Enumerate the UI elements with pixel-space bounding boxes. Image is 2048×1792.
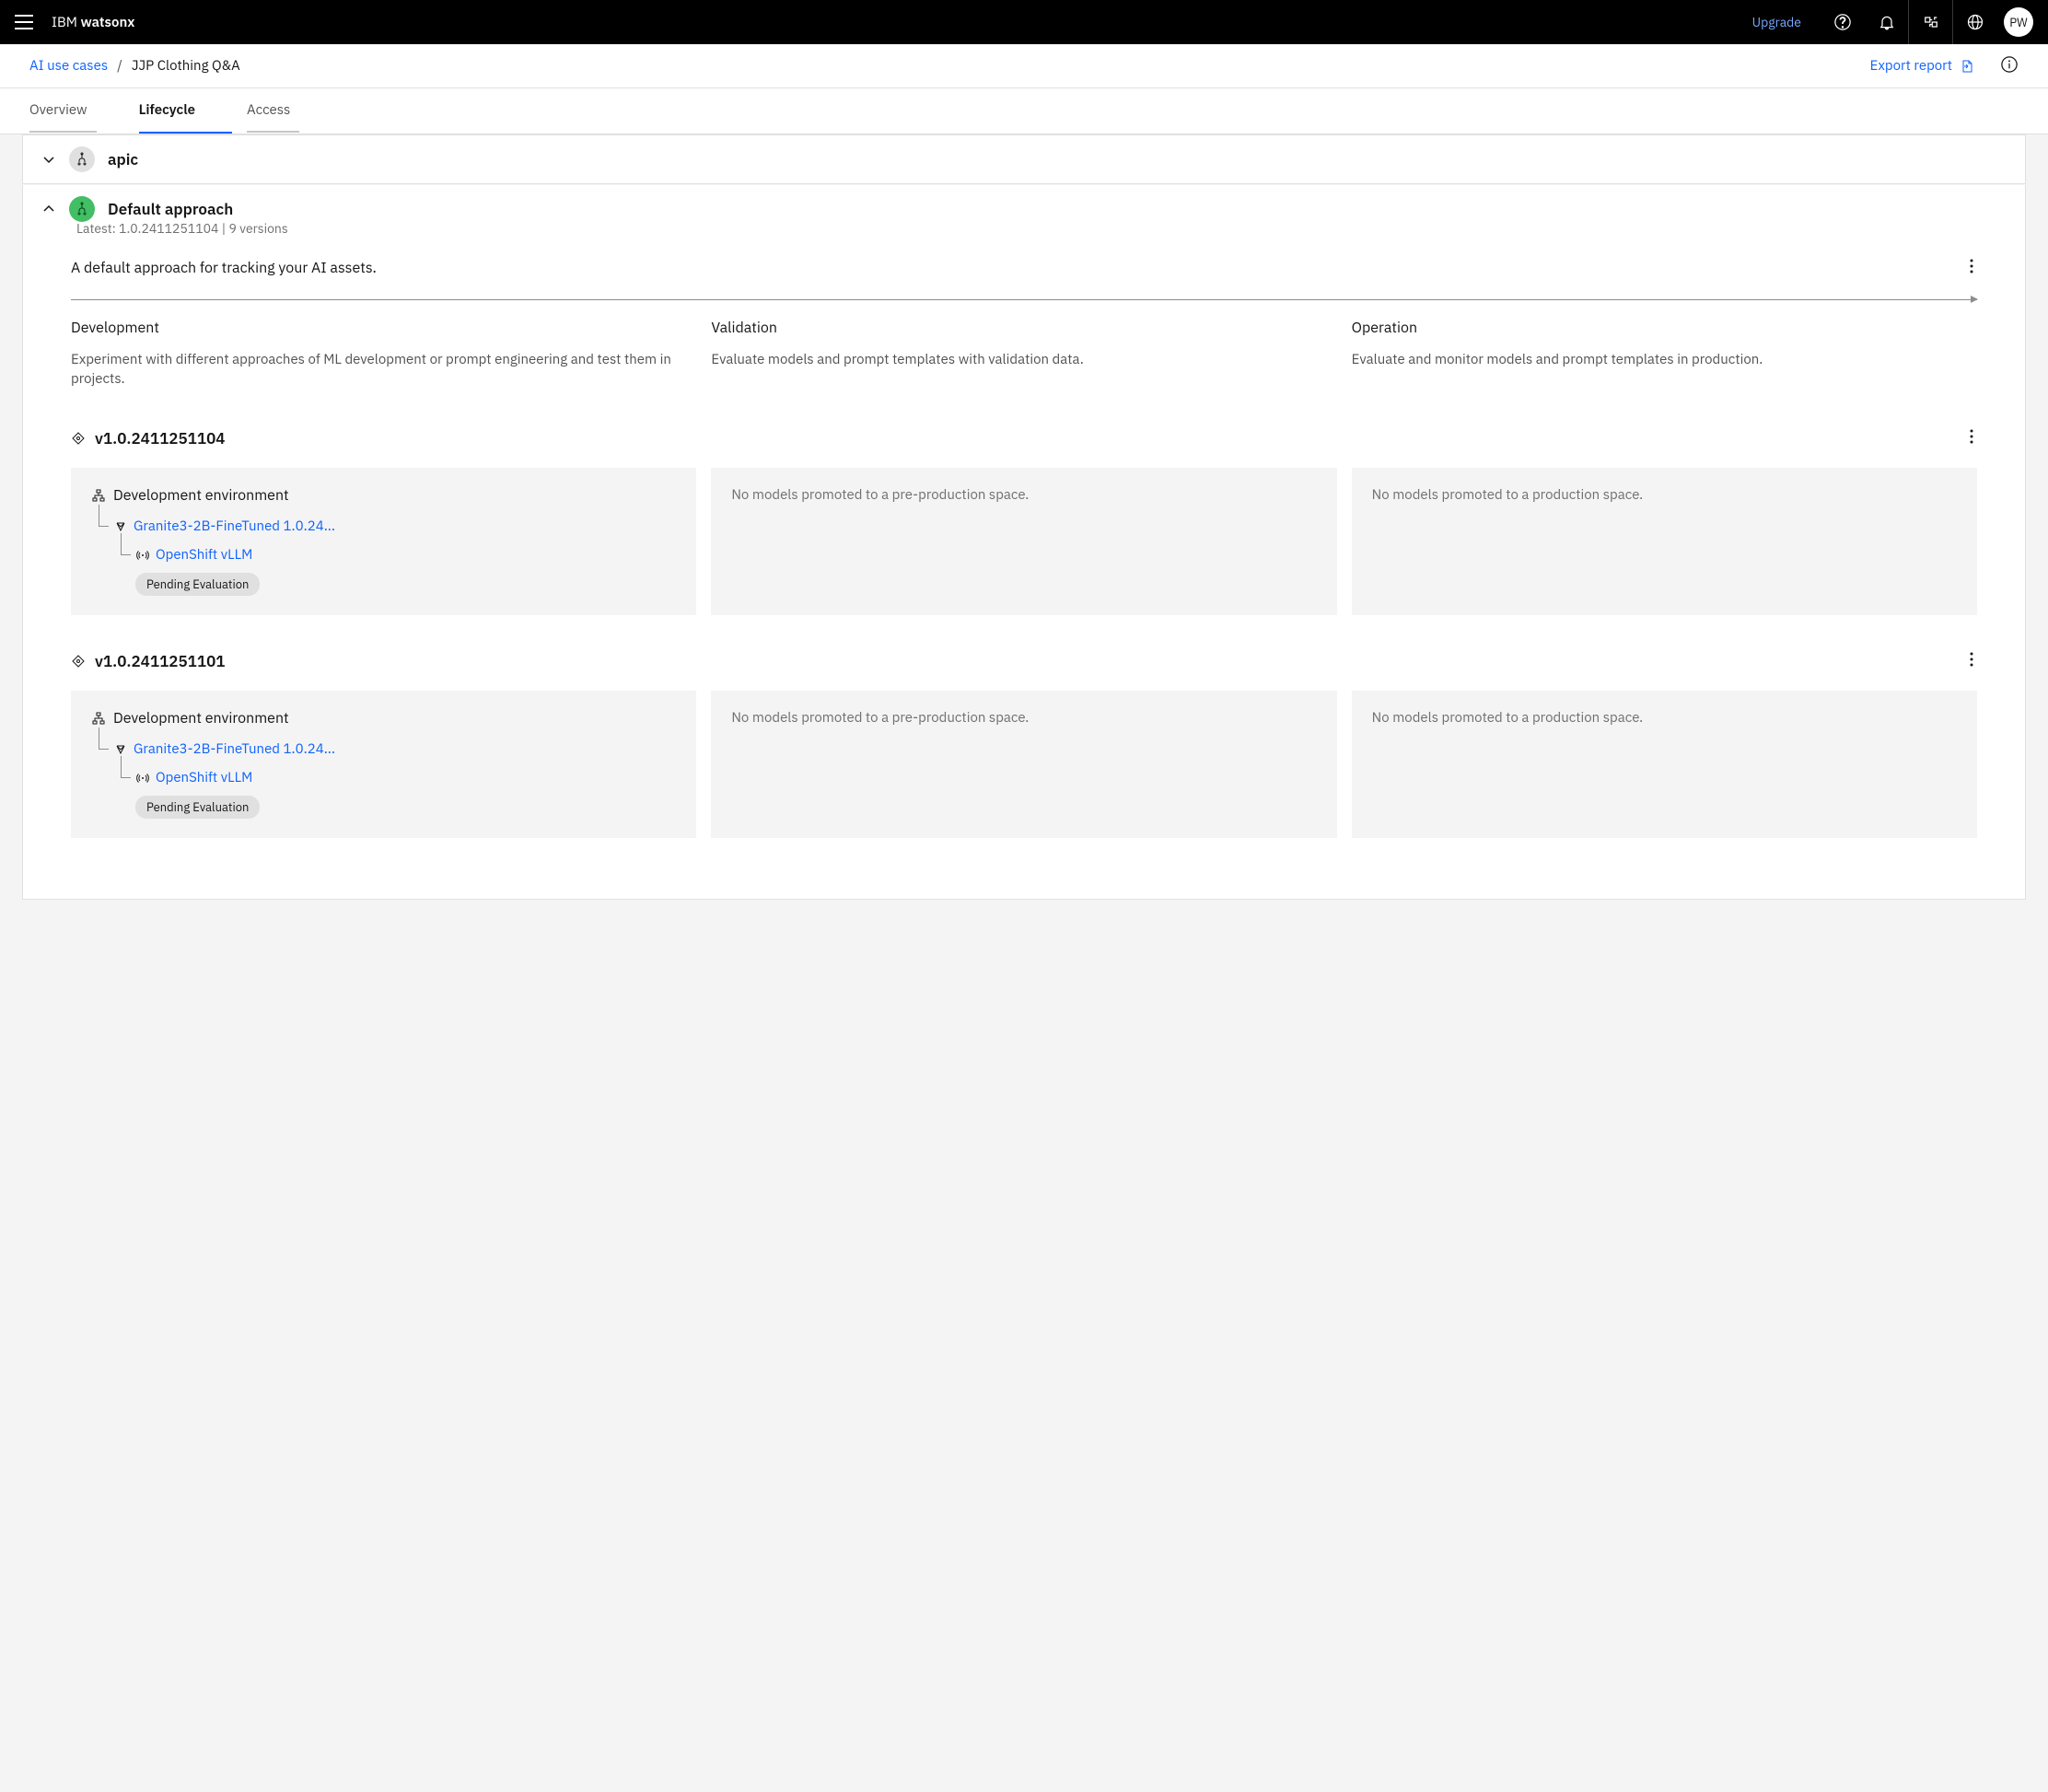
phase-development: Development Experiment with different ap…: [71, 319, 696, 389]
tab-overview[interactable]: Overview: [29, 88, 124, 134]
chevron-down-icon[interactable]: [41, 152, 56, 167]
tab-lifecycle[interactable]: Lifecycle: [139, 88, 232, 134]
version-icon: [71, 654, 86, 669]
approach-description: A default approach for tracking your AI …: [71, 259, 1966, 277]
info-icon[interactable]: [2000, 55, 2019, 77]
upgrade-link[interactable]: Upgrade: [1752, 14, 1801, 30]
phase-title: Validation: [711, 319, 1336, 337]
deployment-icon: [135, 548, 150, 563]
hamburger-menu-icon[interactable]: [15, 13, 33, 31]
breadcrumb-bar: AI use cases / JJP Clothing Q&A Export r…: [0, 44, 2048, 88]
export-report-button[interactable]: Export report: [1870, 57, 1974, 75]
notification-icon[interactable]: [1864, 0, 1908, 44]
model-icon: [113, 742, 128, 757]
phase-desc: Evaluate and monitor models and prompt t…: [1352, 350, 1977, 369]
breadcrumb: AI use cases / JJP Clothing Q&A: [29, 57, 240, 75]
section-title: apic: [108, 149, 138, 169]
version-title: v1.0.2411251104: [95, 428, 225, 448]
approach-section-apic: apic: [22, 134, 2026, 184]
validation-empty-card: No models promoted to a pre-production s…: [711, 468, 1336, 615]
avatar[interactable]: PW: [2004, 7, 2033, 37]
tabs: Overview Lifecycle Access: [0, 88, 2048, 134]
tab-access[interactable]: Access: [247, 88, 327, 134]
overflow-menu-icon[interactable]: [1966, 255, 1977, 281]
phase-validation: Validation Evaluate models and prompt te…: [711, 319, 1336, 389]
help-icon[interactable]: [1820, 0, 1864, 44]
top-header: IBM watsonx Upgrade PW: [0, 0, 2048, 44]
breadcrumb-parent-link[interactable]: AI use cases: [29, 57, 108, 75]
export-icon: [1960, 59, 1974, 74]
operation-empty-card: No models promoted to a production space…: [1352, 468, 1977, 615]
branch-icon: [69, 196, 95, 222]
dev-environment-card: Development environment Granite3-2B-Fine…: [71, 468, 696, 615]
model-icon: [113, 519, 128, 534]
version-block: v1.0.2411251101 Development environment: [71, 648, 1977, 838]
status-badge: Pending Evaluation: [135, 573, 260, 596]
deployment-link[interactable]: OpenShift vLLM: [156, 769, 252, 786]
deployment-icon: [135, 771, 150, 785]
dev-environment-card: Development environment Granite3-2B-Fine…: [71, 691, 696, 838]
brand-label: IBM watsonx: [52, 14, 134, 31]
deployment-link[interactable]: OpenShift vLLM: [156, 546, 252, 564]
data-icon[interactable]: [1908, 0, 1952, 44]
status-badge: Pending Evaluation: [135, 796, 260, 819]
chevron-up-icon[interactable]: [41, 202, 56, 216]
phase-desc: Evaluate models and prompt templates wit…: [711, 350, 1336, 369]
phase-operation: Operation Evaluate and monitor models an…: [1352, 319, 1977, 389]
approach-section-default: Default approach Latest: 1.0.2411251104 …: [22, 185, 2026, 900]
model-link[interactable]: Granite3-2B-FineTuned 1.0.24...: [134, 740, 335, 758]
content-area: apic Default approach Latest: 1.0.241125…: [0, 134, 2048, 923]
operation-empty-card: No models promoted to a production space…: [1352, 691, 1977, 838]
overflow-menu-icon[interactable]: [1966, 425, 1977, 451]
phase-desc: Experiment with different approaches of …: [71, 350, 696, 389]
version-title: v1.0.2411251101: [95, 651, 225, 671]
hierarchy-icon: [91, 488, 106, 503]
phase-title: Development: [71, 319, 696, 337]
version-block: v1.0.2411251104 Development environment: [71, 425, 1977, 615]
model-link[interactable]: Granite3-2B-FineTuned 1.0.24...: [134, 518, 335, 535]
section-subtitle: Latest: 1.0.2411251104 | 9 versions: [76, 220, 2025, 244]
breadcrumb-separator: /: [117, 57, 122, 75]
env-label: Development environment: [113, 709, 289, 727]
globe-icon[interactable]: [1952, 0, 1996, 44]
section-title: Default approach: [108, 199, 233, 219]
phase-arrow: [71, 299, 1977, 300]
hierarchy-icon: [91, 711, 106, 726]
overflow-menu-icon[interactable]: [1966, 648, 1977, 674]
version-icon: [71, 431, 86, 446]
phase-title: Operation: [1352, 319, 1977, 337]
breadcrumb-current: JJP Clothing Q&A: [132, 57, 240, 75]
branch-icon: [69, 146, 95, 172]
env-label: Development environment: [113, 486, 289, 505]
validation-empty-card: No models promoted to a pre-production s…: [711, 691, 1336, 838]
